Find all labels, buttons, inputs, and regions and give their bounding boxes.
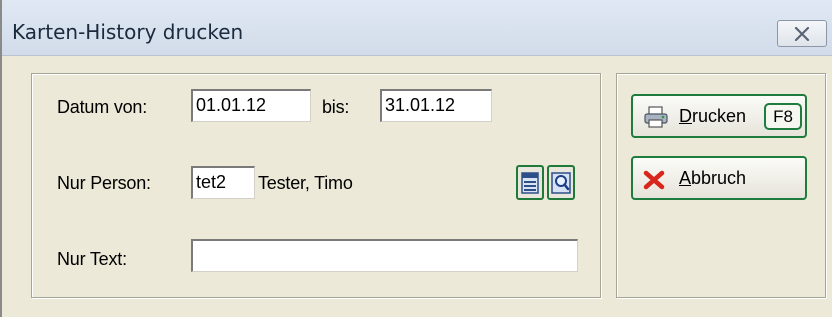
print-shortcut-badge: F8: [764, 103, 802, 130]
person-name-text: Tester, Timo: [258, 173, 353, 193]
datum-bis-label: bis:: [322, 97, 350, 117]
print-label: Drucken: [679, 106, 747, 126]
person-label: Nur Person:: [57, 173, 151, 193]
datum-von-label: Datum von:: [57, 97, 148, 117]
print-button[interactable]: Drucken F8: [631, 94, 807, 138]
text-label: Nur Text:: [57, 249, 127, 269]
close-button[interactable]: [777, 20, 827, 47]
close-icon: [794, 26, 810, 41]
datum-von-input[interactable]: 01.01.12: [191, 89, 311, 122]
cancel-label: Abbruch: [679, 168, 747, 188]
printer-icon: [643, 106, 669, 133]
list-icon: [521, 171, 539, 194]
title-bar: Karten-History drucken: [2, 0, 832, 56]
person-list-button[interactable]: [516, 165, 544, 200]
window-title: Karten-History drucken: [12, 20, 244, 44]
dialog-window: Karten-History drucken Datum von: 01.01.…: [0, 0, 832, 317]
magnifier-icon: [551, 171, 571, 194]
datum-bis-input[interactable]: 31.01.12: [380, 89, 492, 122]
cancel-button[interactable]: Abbruch: [631, 156, 807, 200]
person-code-input[interactable]: tet2: [191, 166, 255, 199]
red-x-icon: [643, 170, 665, 195]
person-search-button[interactable]: [547, 165, 575, 200]
text-input[interactable]: [191, 239, 578, 272]
